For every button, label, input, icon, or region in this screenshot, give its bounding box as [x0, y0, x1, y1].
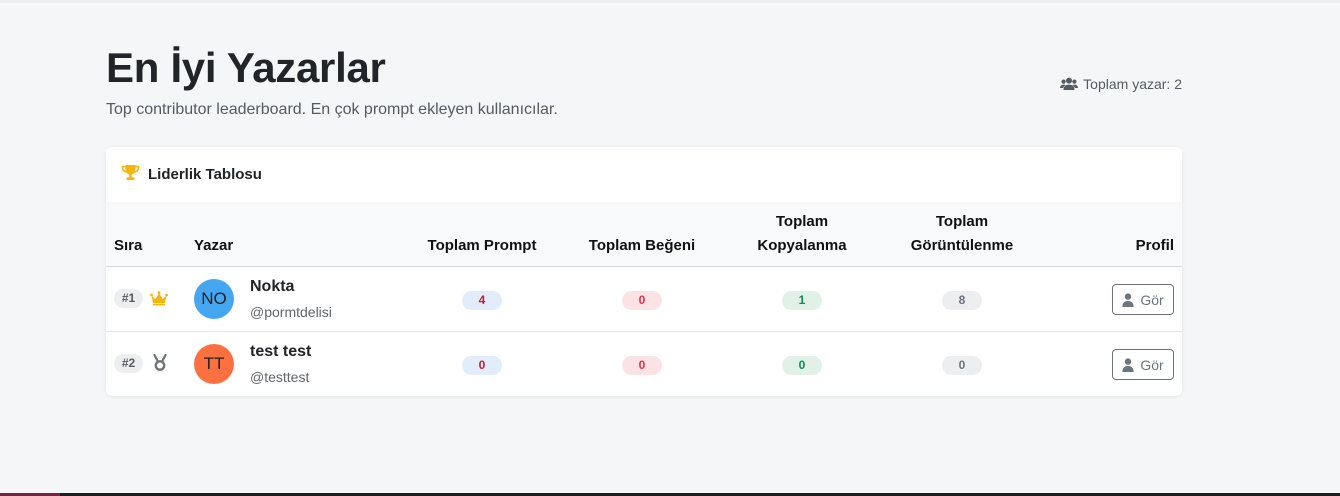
- crown-icon: [150, 291, 168, 311]
- medal-icon: [152, 353, 168, 377]
- views-count: 0: [942, 356, 982, 375]
- header-views-line2: Görüntülenme: [910, 237, 1014, 254]
- leaderboard-card: Liderlik Tablosu Sıra Yazar Toplam Promp…: [106, 147, 1182, 396]
- total-authors: Toplam yazar: 2: [1060, 76, 1182, 92]
- header-prompts: Toplam Prompt: [427, 237, 537, 254]
- header-views: Toplam Görüntülenme: [882, 210, 1042, 258]
- likes-count: 0: [622, 291, 662, 310]
- prompts-count: 4: [462, 291, 502, 310]
- header-rank: Sıra: [114, 237, 143, 254]
- avatar: TT: [194, 344, 234, 384]
- author-handle: @pormtdelisi: [250, 304, 332, 320]
- user-icon: [1122, 357, 1134, 372]
- user-icon: [1122, 292, 1134, 307]
- header-profile: Profil: [1135, 237, 1174, 254]
- table-header: Sıra Yazar Toplam Prompt Toplam Beğeni T…: [106, 202, 1182, 267]
- card-title: Liderlik Tablosu: [148, 166, 262, 183]
- views-count: 8: [942, 291, 982, 310]
- avatar-initials: TT: [203, 354, 225, 373]
- view-profile-label: Gör: [1140, 291, 1164, 308]
- view-profile-button[interactable]: Gör: [1112, 284, 1174, 315]
- table-row: #1 NO Nokta @pormtdelisi 4 0 1 8 Gör: [106, 267, 1182, 332]
- header-copies-line2: Kopyalanma: [757, 237, 847, 254]
- prompts-count: 0: [462, 356, 502, 375]
- copies-count: 1: [782, 291, 822, 310]
- view-profile-label: Gör: [1140, 356, 1164, 373]
- header-views-line1: Toplam: [935, 213, 989, 230]
- avatar-initials: NO: [201, 289, 227, 308]
- likes-count: 0: [622, 356, 662, 375]
- author-handle: @testtest: [250, 369, 310, 385]
- top-border: [0, 0, 1340, 3]
- table-row: #2 TT test test @testtest 0 0 0 0 Gör: [106, 332, 1182, 396]
- header-likes: Toplam Beğeni: [588, 237, 696, 254]
- page-title: En İyi Yazarlar: [106, 44, 386, 91]
- copies-count: 0: [782, 356, 822, 375]
- page-subtitle: Top contributor leaderboard. En çok prom…: [106, 101, 558, 118]
- avatar: NO: [194, 279, 234, 319]
- trophy-icon: [121, 164, 140, 186]
- author-name: test test: [250, 343, 312, 360]
- header-author: Yazar: [194, 237, 234, 254]
- total-authors-label: Toplam yazar: 2: [1083, 76, 1182, 92]
- rank-badge: #1: [114, 289, 143, 308]
- rank-badge: #2: [114, 354, 143, 373]
- view-profile-button[interactable]: Gör: [1112, 349, 1174, 380]
- header-copies-line1: Toplam: [775, 213, 829, 230]
- author-name: Nokta: [250, 278, 295, 295]
- users-icon: [1060, 77, 1079, 91]
- header-copies: Toplam Kopyalanma: [722, 210, 882, 258]
- card-header: Liderlik Tablosu: [106, 147, 1182, 202]
